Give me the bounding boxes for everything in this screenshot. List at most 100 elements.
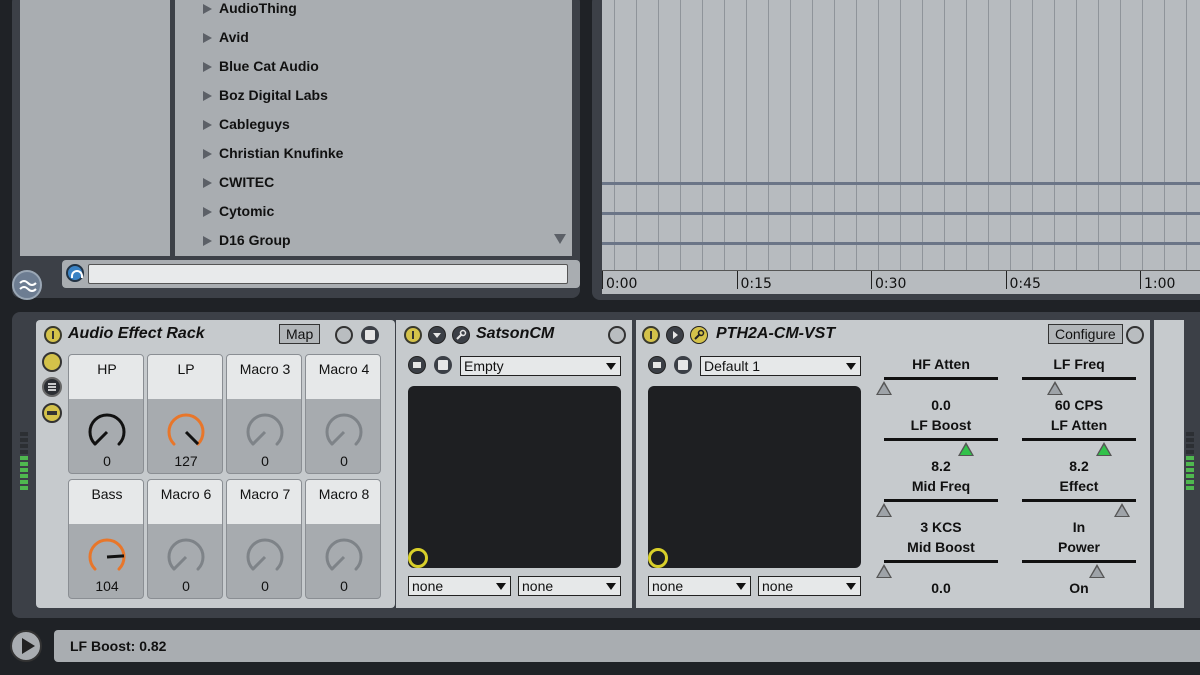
browser-item[interactable]: Boz Digital Labs (219, 87, 328, 103)
satson-hot-swap-icon[interactable] (608, 326, 626, 344)
wave-icon[interactable] (12, 270, 42, 300)
knob-dial-icon[interactable] (323, 536, 365, 578)
pth-preset-select[interactable]: Default 1 (700, 356, 861, 376)
pth-power-button[interactable] (642, 326, 660, 344)
pth-wrench-icon[interactable] (690, 326, 708, 344)
pth-xy-pad[interactable] (648, 386, 861, 568)
satson-fold-icon[interactable] (428, 326, 446, 344)
knob-needle (172, 555, 188, 571)
pth-open-folder-icon[interactable] (648, 356, 666, 374)
pth-hot-swap-icon[interactable] (1126, 326, 1144, 344)
rack-title: Audio Effect Rack (68, 325, 205, 342)
browser-item[interactable]: Cytomic (219, 203, 274, 219)
headphone-preview-icon[interactable] (66, 264, 84, 282)
configure-button[interactable]: Configure (1048, 324, 1123, 344)
browser-item[interactable]: Avid (219, 29, 249, 45)
knob-arc (246, 538, 284, 571)
pth-unfold-icon[interactable] (666, 326, 684, 344)
param-slider-track[interactable] (884, 560, 998, 563)
satson-preset-select[interactable]: Empty (460, 356, 621, 376)
param-slider-handle[interactable] (876, 381, 892, 395)
param-label: LF Boost (910, 417, 972, 433)
knob-dial-icon[interactable] (244, 411, 286, 453)
expand-triangle-icon[interactable] (203, 149, 212, 159)
next-device-stub (1154, 320, 1184, 608)
macro-value: 0 (261, 578, 269, 594)
map-button[interactable]: Map (279, 324, 321, 344)
browser-item[interactable]: CWITEC (219, 174, 274, 190)
expand-triangle-icon[interactable] (203, 33, 212, 43)
param-slider-track[interactable] (1022, 438, 1136, 441)
param-slider-track[interactable] (1022, 499, 1136, 502)
scroll-down-arrow-icon[interactable] (554, 234, 566, 244)
macro-knob-7[interactable]: Macro 7 0 (226, 479, 302, 599)
expand-triangle-icon[interactable] (203, 91, 212, 101)
expand-triangle-icon[interactable] (203, 236, 212, 246)
pth-y-select[interactable]: none (758, 576, 861, 596)
knob-dial-icon[interactable] (165, 411, 207, 453)
param-slider-track[interactable] (884, 377, 998, 380)
satson-xy-pad[interactable] (408, 386, 621, 568)
param-slider-track[interactable] (884, 438, 998, 441)
macro-knob-1[interactable]: HP 0 (68, 354, 144, 474)
meter-segment (20, 444, 28, 448)
timeline-ruler[interactable]: 0:00 0:15 0:30 0:45 1:00 (602, 270, 1200, 294)
param-slider-handle[interactable] (1047, 381, 1063, 395)
play-icon[interactable] (10, 630, 42, 662)
browser-item[interactable]: Blue Cat Audio (219, 58, 319, 74)
param-slider-handle[interactable] (958, 442, 974, 456)
expand-triangle-icon[interactable] (203, 207, 212, 217)
macro-knob-2[interactable]: LP 127 (147, 354, 223, 474)
satson-power-button[interactable] (404, 326, 422, 344)
arrangement-grid[interactable] (602, 0, 1200, 270)
meter-segment (1186, 486, 1194, 490)
knob-dial-icon[interactable] (86, 411, 128, 453)
macro-knob-5[interactable]: Bass 104 (68, 479, 144, 599)
knob-dial-icon[interactable] (244, 536, 286, 578)
param-slider-handle[interactable] (876, 503, 892, 517)
satson-x-select[interactable]: none (408, 576, 511, 596)
param-slider-handle[interactable] (876, 564, 892, 578)
pth-save-icon[interactable] (674, 356, 692, 374)
expand-triangle-icon[interactable] (203, 178, 212, 188)
browser-item[interactable]: Christian Knufinke (219, 145, 343, 161)
rack-hot-swap-icon[interactable] (335, 326, 353, 344)
macro-view-toggle-icon[interactable] (42, 352, 62, 372)
macro-knob-4[interactable]: Macro 4 0 (305, 354, 381, 474)
browser-item[interactable]: AudioThing (219, 0, 297, 16)
param-slider-handle[interactable] (1114, 503, 1130, 517)
param-slider-track[interactable] (884, 499, 998, 502)
pth-xy-cursor[interactable] (648, 548, 668, 568)
param-label: HF Atten (912, 356, 970, 372)
expand-triangle-icon[interactable] (203, 4, 212, 14)
rack-save-icon[interactable] (361, 326, 379, 344)
device-view-toggle-icon[interactable] (42, 403, 62, 423)
param-slider-handle[interactable] (1089, 564, 1105, 578)
expand-triangle-icon[interactable] (203, 120, 212, 130)
chain-list-toggle-icon[interactable] (42, 377, 62, 397)
param-slider-track[interactable] (1022, 560, 1136, 563)
macro-knob-6[interactable]: Macro 6 0 (147, 479, 223, 599)
knob-dial-icon[interactable] (323, 411, 365, 453)
knob-dial-icon[interactable] (86, 536, 128, 578)
satson-open-folder-icon[interactable] (408, 356, 426, 374)
pth-x-select[interactable]: none (648, 576, 751, 596)
macro-knob-3[interactable]: Macro 3 0 (226, 354, 302, 474)
knob-needle (330, 430, 346, 446)
macro-name: Macro 8 (318, 486, 370, 502)
satson-y-select[interactable]: none (518, 576, 621, 596)
satson-xy-cursor[interactable] (408, 548, 428, 568)
grid-line (988, 0, 989, 270)
satson-save-icon[interactable] (434, 356, 452, 374)
param-slider-handle[interactable] (1096, 442, 1112, 456)
satson-wrench-icon[interactable] (452, 326, 470, 344)
expand-triangle-icon[interactable] (203, 62, 212, 72)
knob-dial-icon[interactable] (165, 536, 207, 578)
grid-line (1010, 0, 1011, 270)
search-input[interactable] (88, 264, 568, 284)
browser-item[interactable]: D16 Group (219, 232, 291, 248)
macro-knob-8[interactable]: Macro 8 0 (305, 479, 381, 599)
param-slider-track[interactable] (1022, 377, 1136, 380)
rack-power-button[interactable] (44, 326, 62, 344)
browser-item[interactable]: Cableguys (219, 116, 290, 132)
